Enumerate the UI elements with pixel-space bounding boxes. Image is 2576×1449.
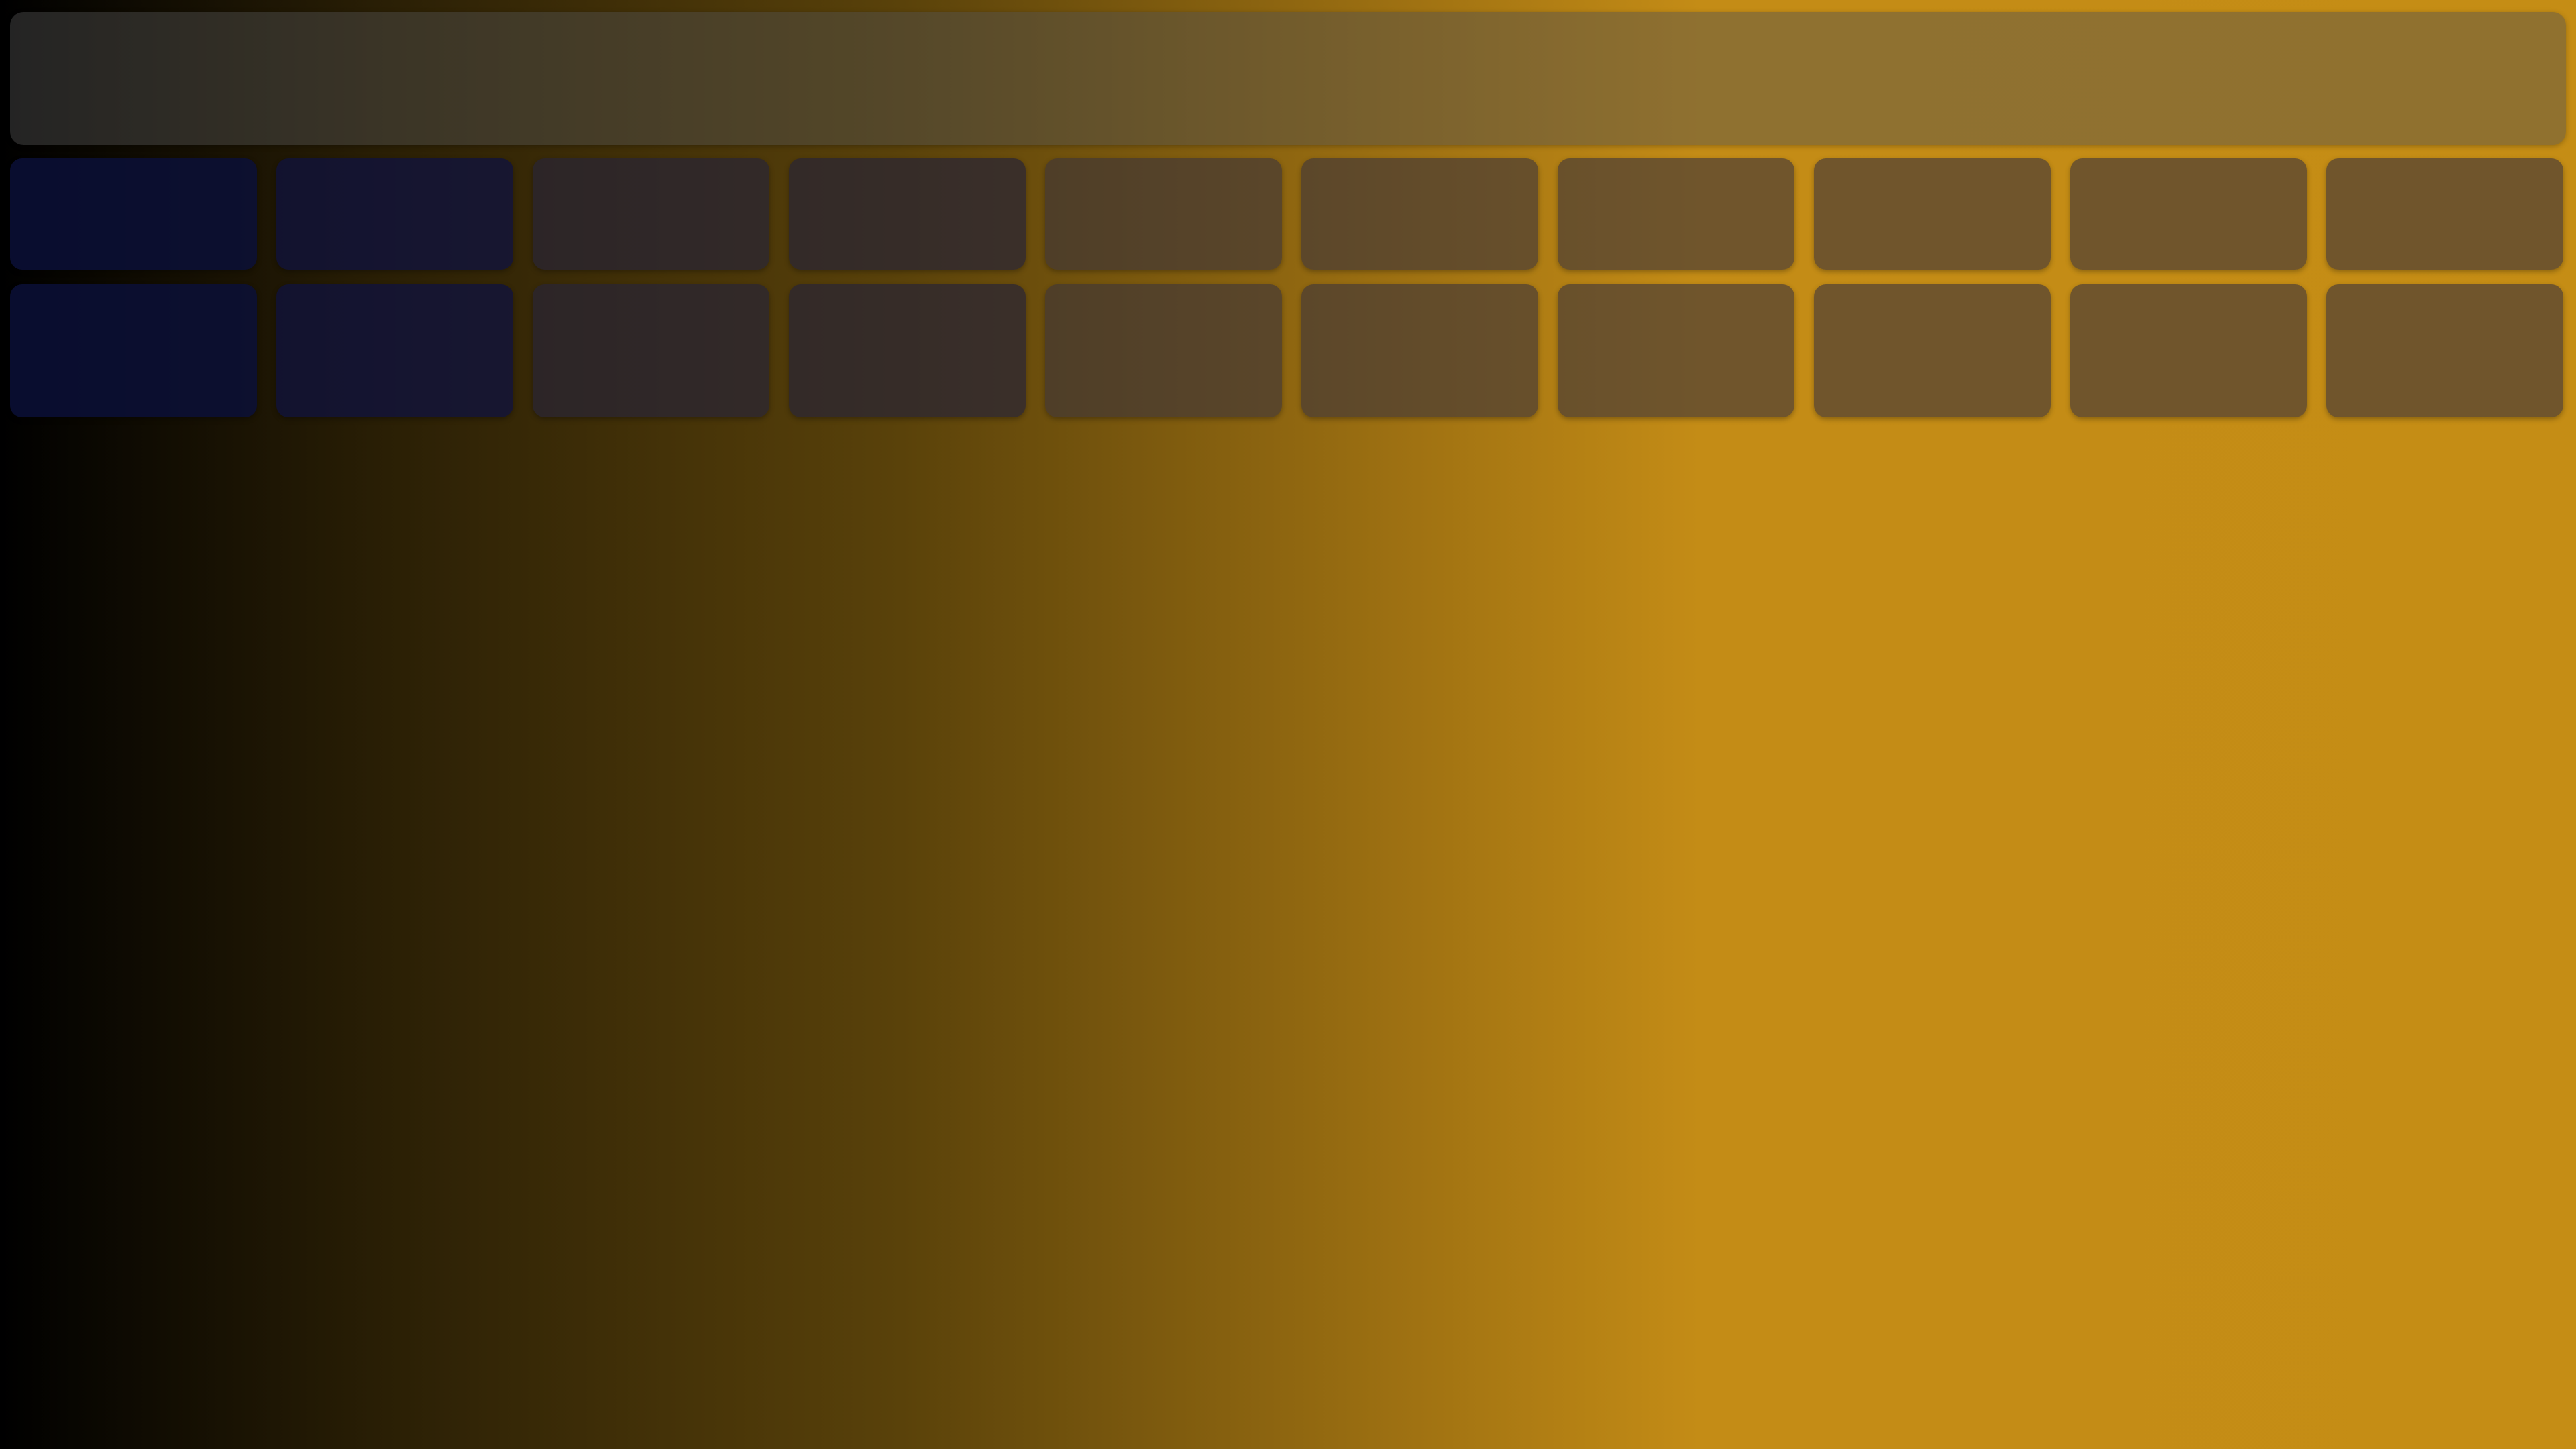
tile-r2c2[interactable] (276, 284, 513, 417)
tile-r1c10[interactable] (2326, 158, 2563, 270)
tile-r1c6[interactable] (1301, 158, 1538, 270)
top-bar[interactable] (10, 12, 2566, 145)
tile-r1c7[interactable] (1558, 158, 1794, 270)
tile-r2c1[interactable] (10, 284, 257, 417)
tile-r2c3[interactable] (533, 284, 769, 417)
tile-r1c4[interactable] (789, 158, 1026, 270)
tile-r1c8[interactable] (1814, 158, 2051, 270)
tile-r2c10[interactable] (2326, 284, 2563, 417)
tile-r2c7[interactable] (1558, 284, 1794, 417)
tile-r2c4[interactable] (789, 284, 1026, 417)
tile-r1c2[interactable] (276, 158, 513, 270)
tile-r2c5[interactable] (1045, 284, 1282, 417)
tile-r2c9[interactable] (2070, 284, 2307, 417)
tile-r1c3[interactable] (533, 158, 769, 270)
tile-r1c9[interactable] (2070, 158, 2307, 270)
tile-r1c5[interactable] (1045, 158, 1282, 270)
tile-r2c8[interactable] (1814, 284, 2051, 417)
tile-r2c6[interactable] (1301, 284, 1538, 417)
tile-grid (10, 158, 2566, 417)
tile-r1c1[interactable] (10, 158, 257, 270)
